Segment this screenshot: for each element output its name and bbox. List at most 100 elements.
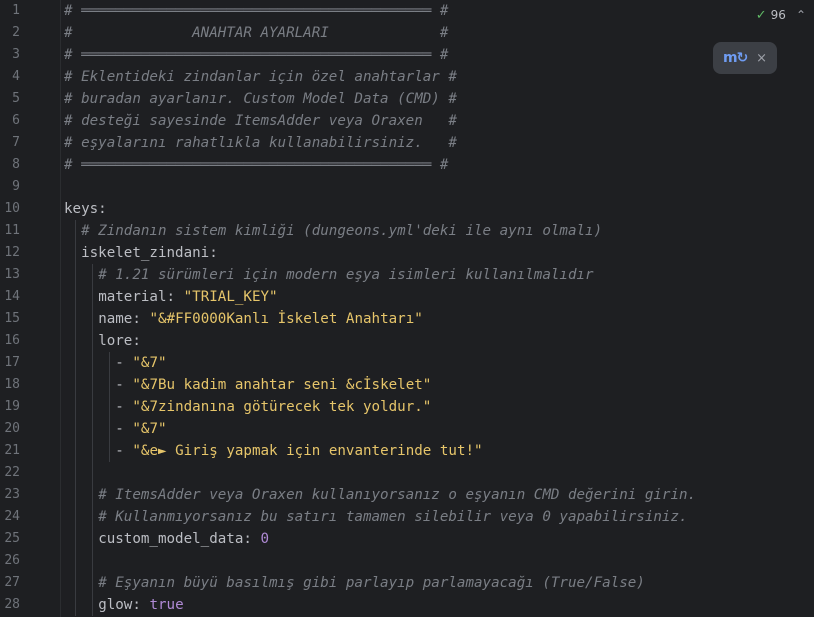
code-token: "&7": [132, 421, 167, 437]
code-line[interactable]: 20 - "&7": [0, 418, 814, 440]
code-line[interactable]: 3 # ═════════════════════════════════════…: [0, 44, 814, 66]
code-token: # ══════════════════════════════════════…: [64, 3, 449, 19]
code-token: :: [98, 201, 107, 217]
indent-guide: [74, 550, 76, 572]
code-text: # desteği sayesinde ItemsAdder veya Orax…: [64, 110, 457, 132]
code-token: # buradan ayarlanır. Custom Model Data (…: [64, 91, 457, 107]
indent-guide: [108, 374, 110, 396]
checkmark-icon: ✓: [755, 7, 767, 23]
code-line[interactable]: 15 name: "&#FF0000Kanlı İskelet Anahtarı": [0, 308, 814, 330]
code-token: -: [115, 421, 133, 437]
code-token: # 1.21 sürümleri için modern eşya isimle…: [98, 267, 594, 283]
line-number: 20: [4, 421, 20, 436]
indent-guide: [91, 550, 93, 572]
indent-guide: [74, 242, 76, 264]
line-number: 6: [12, 113, 20, 128]
indent-guide: [91, 286, 93, 308]
line-number: 28: [4, 597, 20, 612]
code-token: "TRIAL_KEY": [183, 289, 278, 305]
code-text: # Zindanın sistem kimliği (dungeons.yml'…: [81, 220, 602, 242]
indent-guide: [108, 396, 110, 418]
code-token: # ANAHTAR AYARLARI #: [64, 25, 449, 41]
code-line[interactable]: 11 # Zindanın sistem kimliği (dungeons.ym…: [0, 220, 814, 242]
code-token: 0: [260, 531, 270, 547]
code-line[interactable]: 10 keys:: [0, 198, 814, 220]
indent-guide: [91, 374, 93, 396]
code-token: material: [98, 289, 167, 305]
code-token: true: [149, 597, 184, 613]
indent-guide: [74, 594, 76, 616]
code-line[interactable]: 5 # buradan ayarlanır. Custom Model Data …: [0, 88, 814, 110]
line-number: 18: [4, 377, 20, 392]
code-line[interactable]: 9: [0, 176, 814, 198]
line-number: 25: [4, 531, 20, 546]
code-text: # ══════════════════════════════════════…: [64, 44, 448, 66]
close-icon[interactable]: ×: [756, 51, 767, 66]
code-line[interactable]: 1 # ═════════════════════════════════════…: [0, 0, 814, 22]
code-line[interactable]: 25 custom_model_data: 0: [0, 528, 814, 550]
code-editor[interactable]: 1 # ═════════════════════════════════════…: [0, 0, 814, 616]
line-number: 2: [12, 25, 20, 40]
indent-guide: [74, 462, 76, 484]
indent-guide: [91, 594, 93, 616]
line-number: 8: [12, 157, 20, 172]
code-line[interactable]: 4 # Eklentideki zindanlar için özel anaht…: [0, 66, 814, 88]
code-line[interactable]: 12 iskelet_zindani:: [0, 242, 814, 264]
code-token: -: [115, 377, 133, 393]
indent-guide: [74, 396, 76, 418]
code-line[interactable]: 19 - "&7zindanına götürecek tek yoldur.": [0, 396, 814, 418]
code-line[interactable]: 24 # Kullanmıyorsanız bu satırı tamamen s…: [0, 506, 814, 528]
line-number: 9: [12, 179, 20, 194]
code-token: lore: [98, 333, 133, 349]
code-line[interactable]: 26: [0, 550, 814, 572]
code-token: :: [132, 597, 150, 613]
indent-guide: [74, 484, 76, 506]
code-text: # eşyalarını rahatlıkla kullanabilirsini…: [64, 132, 457, 154]
code-line[interactable]: 2 # ANAHTAR AYARLARI #: [0, 22, 814, 44]
code-text: material: "TRIAL_KEY": [98, 286, 277, 308]
indent-guide: [74, 440, 76, 462]
code-line[interactable]: 22: [0, 462, 814, 484]
code-line[interactable]: 23 # ItemsAdder veya Oraxen kullanıyorsan…: [0, 484, 814, 506]
code-token: -: [115, 355, 133, 371]
indent-guide: [74, 374, 76, 396]
code-line[interactable]: 6 # desteği sayesinde ItemsAdder veya Ora…: [0, 110, 814, 132]
chevron-up-icon[interactable]: ⌃: [796, 8, 806, 22]
plugin-refresh-icon[interactable]: m↻: [723, 50, 748, 66]
code-line[interactable]: 7 # eşyalarını rahatlıkla kullanabilirsin…: [0, 132, 814, 154]
code-line[interactable]: 14 material: "TRIAL_KEY": [0, 286, 814, 308]
indent-guide: [91, 572, 93, 594]
code-line[interactable]: 21 - "&e► Giriş yapmak için envanterinde …: [0, 440, 814, 462]
code-text: lore:: [98, 330, 141, 352]
indent-guide: [91, 462, 93, 484]
code-line[interactable]: 27 # Eşyanın büyü basılmış gibi parlayıp …: [0, 572, 814, 594]
code-line[interactable]: 28 glow: true: [0, 594, 814, 616]
code-token: # desteği sayesinde ItemsAdder veya Orax…: [64, 113, 457, 129]
line-number: 24: [4, 509, 20, 524]
line-number: 5: [12, 91, 20, 106]
code-token: # Kullanmıyorsanız bu satırı tamamen sil…: [98, 509, 688, 525]
code-text: # buradan ayarlanır. Custom Model Data (…: [64, 88, 457, 110]
code-token: # Eşyanın büyü basılmış gibi parlayıp pa…: [98, 575, 645, 591]
line-number: 4: [12, 69, 20, 84]
code-token: :: [243, 531, 261, 547]
indent-guide: [74, 418, 76, 440]
indent-guide: [74, 506, 76, 528]
indent-guide: [91, 264, 93, 286]
code-line[interactable]: 13 # 1.21 sürümleri için modern eşya isim…: [0, 264, 814, 286]
inspection-widget[interactable]: ✓ 96 ⌃: [756, 6, 806, 24]
indent-guide: [91, 506, 93, 528]
indent-guide: [108, 352, 110, 374]
line-number: 1: [12, 3, 20, 18]
indent-guide: [74, 308, 76, 330]
code-line[interactable]: 16 lore:: [0, 330, 814, 352]
line-number: 17: [4, 355, 20, 370]
code-line[interactable]: 18 - "&7Bu kadim anahtar seni &cİskelet": [0, 374, 814, 396]
indent-guide: [91, 396, 93, 418]
indent-guide: [74, 286, 76, 308]
code-text: iskelet_zindani:: [81, 242, 218, 264]
indent-guide: [74, 330, 76, 352]
code-line[interactable]: 17 - "&7": [0, 352, 814, 374]
code-line[interactable]: 8 # ═════════════════════════════════════…: [0, 154, 814, 176]
code-text: - "&7": [115, 418, 166, 440]
